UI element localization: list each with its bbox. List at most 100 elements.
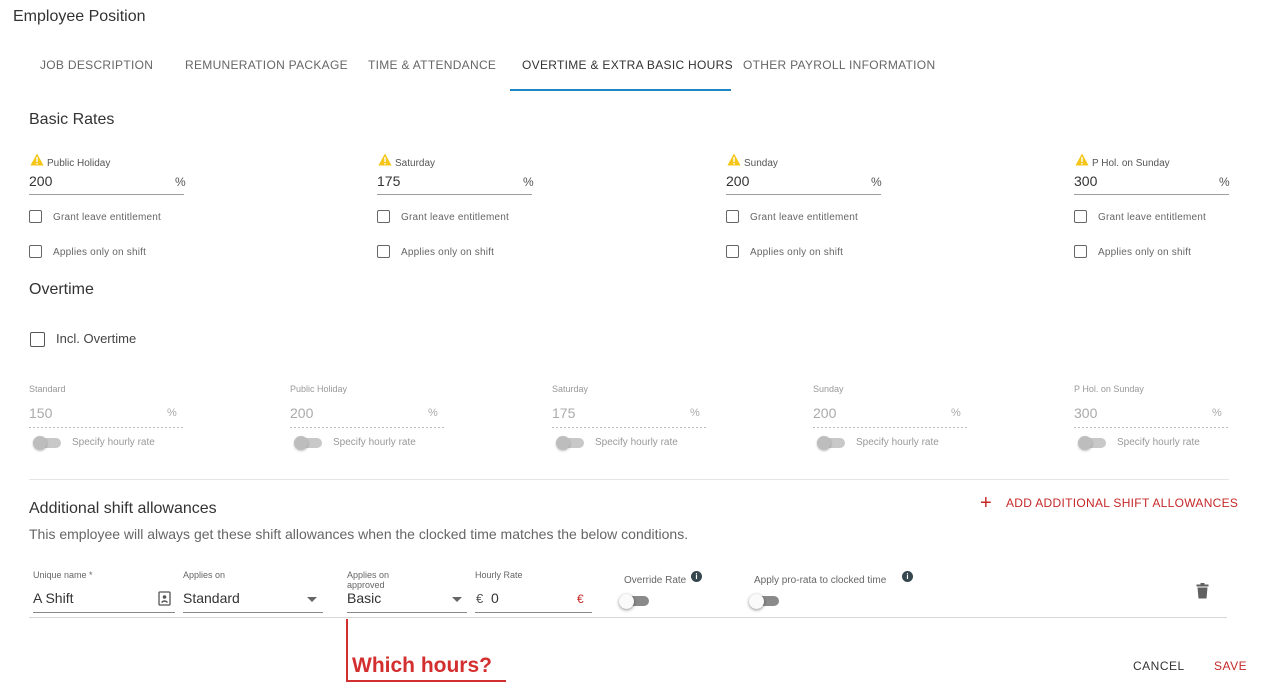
- overtime-public-holiday-input[interactable]: 200: [290, 405, 313, 421]
- p-hol-on-sunday-rate-input[interactable]: 300: [1074, 173, 1097, 189]
- input-underline: [1074, 427, 1229, 428]
- applies-on-shift-checkbox[interactable]: [1074, 245, 1087, 258]
- percent-unit: %: [428, 407, 438, 419]
- overtime-p-hol-on-sunday-input[interactable]: 300: [1074, 405, 1097, 421]
- tab-time-attendance[interactable]: TIME & ATTENDANCE: [368, 58, 496, 72]
- specify-hourly-rate-label: Specify hourly rate: [595, 437, 678, 448]
- percent-unit: %: [1212, 407, 1222, 419]
- percent-unit: %: [1219, 175, 1230, 189]
- info-icon[interactable]: i: [902, 571, 913, 582]
- toggle-thumb: [817, 436, 831, 450]
- override-rate-label: Override Rate: [624, 575, 687, 586]
- incl-overtime-checkbox[interactable]: [30, 332, 45, 347]
- incl-overtime-label: Incl. Overtime: [56, 331, 137, 346]
- grant-leave-label: Grant leave entitlement: [1098, 212, 1206, 223]
- overtime-sunday-input[interactable]: 200: [813, 405, 836, 421]
- percent-unit: %: [871, 175, 882, 189]
- warning-triangle-icon: [727, 153, 741, 166]
- input-underline: [475, 612, 592, 613]
- info-icon[interactable]: i: [691, 571, 702, 582]
- grant-leave-label: Grant leave entitlement: [750, 212, 858, 223]
- input-underline: [29, 194, 184, 195]
- cancel-button[interactable]: CANCEL: [1133, 659, 1185, 673]
- input-underline: [33, 612, 175, 613]
- tab-remuneration-package[interactable]: REMUNERATION PACKAGE: [185, 58, 348, 72]
- row-divider: [29, 617, 1227, 618]
- applies-on-shift-checkbox[interactable]: [29, 245, 42, 258]
- percent-unit: %: [951, 407, 961, 419]
- input-underline: [29, 427, 184, 428]
- contact-card-icon: [158, 591, 171, 606]
- currency-prefix: €: [476, 591, 484, 606]
- tab-job-description[interactable]: JOB DESCRIPTION: [40, 58, 153, 72]
- specify-hourly-rate-label: Specify hourly rate: [856, 437, 939, 448]
- currency-suffix: €: [577, 592, 584, 606]
- warning-triangle-icon: [378, 153, 392, 166]
- grant-leave-checkbox[interactable]: [726, 210, 739, 223]
- applies-on-approved-label: Applies on approved: [347, 570, 390, 590]
- input-underline: [726, 194, 881, 195]
- warning-triangle-icon: [1075, 153, 1089, 166]
- basic-rates-title: Basic Rates: [29, 111, 115, 128]
- applies-on-select[interactable]: Standard: [183, 590, 240, 606]
- overtime-sunday-label: Sunday: [813, 384, 844, 394]
- page-title: Employee Position: [13, 8, 146, 25]
- input-underline: [347, 612, 467, 613]
- input-underline: [552, 427, 707, 428]
- overtime-saturday-input[interactable]: 175: [552, 405, 575, 421]
- add-shift-allowance-button[interactable]: ADD ADDITIONAL SHIFT ALLOWANCES: [1006, 496, 1238, 510]
- hourly-rate-label: Hourly Rate: [475, 570, 523, 580]
- unique-name-input[interactable]: A Shift: [33, 590, 73, 606]
- specify-hourly-rate-label: Specify hourly rate: [333, 437, 416, 448]
- shift-allowances-title: Additional shift allowances: [29, 500, 217, 517]
- annotation-line: [346, 619, 348, 681]
- grant-leave-checkbox[interactable]: [1074, 210, 1087, 223]
- active-tab-indicator: [510, 89, 731, 91]
- percent-unit: %: [167, 407, 177, 419]
- applies-on-shift-label: Applies only on shift: [53, 247, 147, 258]
- warning-triangle-icon: [30, 153, 44, 166]
- percent-unit: %: [175, 175, 186, 189]
- delete-icon[interactable]: [1196, 583, 1209, 599]
- unique-name-label: Unique name *: [33, 570, 93, 580]
- pro-rata-label: Apply pro-rata to clocked time: [754, 575, 887, 586]
- save-button[interactable]: SAVE: [1214, 659, 1247, 673]
- applies-on-shift-label: Applies only on shift: [1098, 247, 1192, 258]
- overtime-title: Overtime: [29, 281, 94, 298]
- input-underline: [290, 427, 445, 428]
- overtime-standard-input[interactable]: 150: [29, 405, 52, 421]
- tab-other-payroll-information[interactable]: OTHER PAYROLL INFORMATION: [743, 58, 935, 72]
- toggle-thumb: [749, 594, 764, 609]
- overtime-standard-label: Standard: [29, 384, 66, 394]
- grant-leave-checkbox[interactable]: [29, 210, 42, 223]
- sunday-rate-input[interactable]: 200: [726, 173, 749, 189]
- saturday-rate-input[interactable]: 175: [377, 173, 400, 189]
- applies-on-approved-select[interactable]: Basic: [347, 590, 381, 606]
- grant-leave-label: Grant leave entitlement: [401, 212, 509, 223]
- input-underline: [813, 427, 968, 428]
- plus-icon[interactable]: +: [980, 493, 992, 513]
- input-underline: [1074, 194, 1229, 195]
- input-underline: [377, 194, 532, 195]
- toggle-thumb: [294, 436, 308, 450]
- tab-overtime-extra-basic-hours[interactable]: OVERTIME & EXTRA BASIC HOURS: [522, 58, 733, 72]
- applies-on-shift-checkbox[interactable]: [726, 245, 739, 258]
- chevron-down-icon[interactable]: [307, 597, 317, 602]
- hourly-rate-input[interactable]: 0: [491, 590, 499, 606]
- grant-leave-label: Grant leave entitlement: [53, 212, 161, 223]
- overtime-saturday-label: Saturday: [552, 384, 589, 394]
- applies-on-shift-label: Applies only on shift: [401, 247, 495, 258]
- p-hol-on-sunday-rate-label: P Hol. on Sunday: [1092, 158, 1170, 169]
- public-holiday-rate-input[interactable]: 200: [29, 173, 52, 189]
- applies-on-shift-checkbox[interactable]: [377, 245, 390, 258]
- overtime-p-hol-on-sunday-label: P Hol. on Sunday: [1074, 384, 1144, 394]
- specify-hourly-rate-label: Specify hourly rate: [1117, 437, 1200, 448]
- toggle-thumb: [556, 436, 570, 450]
- grant-leave-checkbox[interactable]: [377, 210, 390, 223]
- public-holiday-rate-label: Public Holiday: [47, 158, 111, 169]
- saturday-rate-label: Saturday: [395, 158, 436, 169]
- percent-unit: %: [690, 407, 700, 419]
- chevron-down-icon[interactable]: [452, 597, 462, 602]
- sunday-rate-label: Sunday: [744, 158, 778, 169]
- specify-hourly-rate-label: Specify hourly rate: [72, 437, 155, 448]
